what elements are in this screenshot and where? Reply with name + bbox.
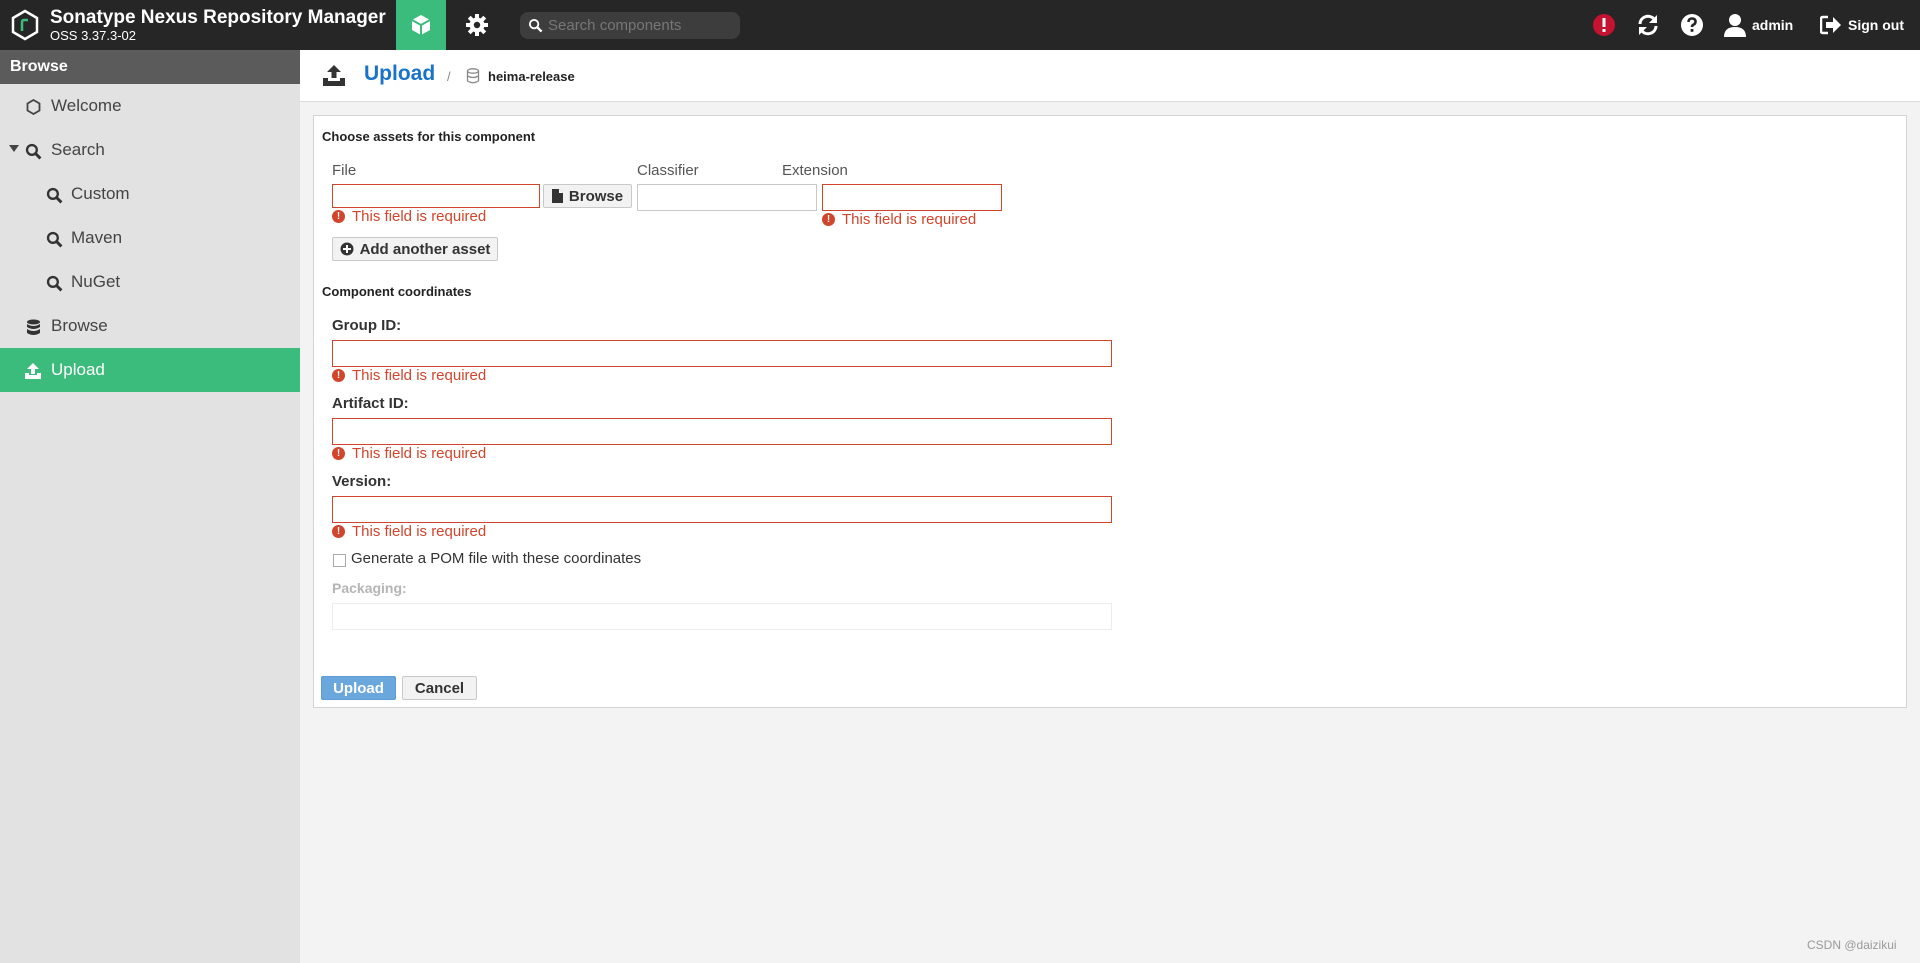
plus-circle-icon <box>340 242 354 256</box>
sidebar-item-search[interactable]: Search <box>0 128 300 172</box>
sidebar-item-label: Maven <box>71 228 123 247</box>
search-input[interactable] <box>548 12 733 39</box>
upload-button[interactable]: Upload <box>321 676 396 700</box>
packaging-label: Packaging: <box>332 580 407 596</box>
cube-icon <box>411 15 431 35</box>
generate-pom-checkbox[interactable] <box>333 554 346 567</box>
error-text: This field is required <box>352 445 487 462</box>
breadcrumb: Upload / heima-release <box>300 50 1920 102</box>
help-button[interactable] <box>1679 12 1705 38</box>
sidebar: Browse Welcome Search Custom Maven NuGet <box>0 50 300 963</box>
admin-mode-button[interactable] <box>452 0 502 50</box>
refresh-icon <box>1638 14 1658 36</box>
search-icon <box>45 230 63 248</box>
error-icon: ! <box>332 447 345 460</box>
sidebar-item-label: Search <box>51 140 105 159</box>
assets-section-title: Choose assets for this component <box>322 129 536 144</box>
search-icon <box>528 18 543 33</box>
browse-button-label: Browse <box>568 187 624 205</box>
sidebar-item-label: Custom <box>71 184 130 203</box>
system-alert-button[interactable] <box>1591 12 1617 38</box>
browse-mode-button[interactable] <box>396 0 446 50</box>
coordinates-section-title: Component coordinates <box>322 284 472 299</box>
version-field[interactable] <box>332 496 1112 523</box>
extension-error: ! This field is required <box>822 211 976 228</box>
search-box[interactable] <box>520 12 740 39</box>
sign-out-button[interactable]: Sign out <box>1820 12 1904 38</box>
error-text: This field is required <box>352 523 487 540</box>
cancel-button[interactable]: Cancel <box>402 676 477 700</box>
sidebar-heading: Browse <box>0 50 300 84</box>
upload-icon <box>323 65 345 86</box>
user-icon <box>1724 14 1746 37</box>
search-icon <box>45 274 63 292</box>
artifact-id-error: ! This field is required <box>332 445 486 462</box>
help-icon <box>1681 14 1703 36</box>
error-text: This field is required <box>352 208 487 225</box>
upload-icon <box>24 362 42 380</box>
file-icon <box>551 189 563 203</box>
app-title: Sonatype Nexus Repository Manager <box>50 7 386 28</box>
sign-out-icon <box>1820 15 1841 35</box>
hexagon-icon <box>24 98 42 116</box>
browse-button[interactable]: Browse <box>543 184 632 208</box>
add-asset-label: Add another asset <box>359 240 491 258</box>
search-icon <box>45 186 63 204</box>
user-menu[interactable]: admin <box>1724 12 1793 38</box>
sidebar-item-maven[interactable]: Maven <box>0 216 300 260</box>
error-icon: ! <box>332 369 345 382</box>
sidebar-item-label: Welcome <box>51 96 122 115</box>
sidebar-item-label: NuGet <box>71 272 121 291</box>
file-label: File <box>332 162 357 179</box>
nexus-logo-icon <box>11 9 39 41</box>
error-icon: ! <box>332 210 345 223</box>
sidebar-item-label: Upload <box>51 360 105 379</box>
group-id-error: ! This field is required <box>332 367 486 384</box>
error-icon: ! <box>332 525 345 538</box>
sidebar-item-custom[interactable]: Custom <box>0 172 300 216</box>
sidebar-item-nuget[interactable]: NuGet <box>0 260 300 304</box>
error-text: This field is required <box>842 211 977 228</box>
extension-label: Extension <box>782 162 848 179</box>
alert-icon <box>1593 14 1615 36</box>
sidebar-item-browse[interactable]: Browse <box>0 304 300 348</box>
breadcrumb-upload-link[interactable]: Upload <box>364 62 435 86</box>
sidebar-item-upload[interactable]: Upload <box>0 348 300 392</box>
search-icon <box>24 142 42 160</box>
database-icon <box>24 318 42 336</box>
extension-field[interactable] <box>822 184 1002 211</box>
file-field[interactable] <box>332 184 540 208</box>
sidebar-item-label: Browse <box>51 316 108 335</box>
refresh-button[interactable] <box>1635 12 1661 38</box>
group-id-field[interactable] <box>332 340 1112 367</box>
gear-icon <box>466 14 488 36</box>
sidebar-item-welcome[interactable]: Welcome <box>0 84 300 128</box>
database-icon <box>466 68 480 84</box>
version-error: ! This field is required <box>332 523 486 540</box>
error-text: This field is required <box>352 367 487 384</box>
generate-pom-label: Generate a POM file with these coordinat… <box>351 550 642 567</box>
breadcrumb-separator: / <box>447 69 451 84</box>
artifact-id-label: Artifact ID: <box>332 395 409 412</box>
version-label: Version: <box>332 473 392 490</box>
group-id-label: Group ID: <box>332 317 402 334</box>
breadcrumb-repository: heima-release <box>488 69 575 84</box>
username: admin <box>1752 17 1794 33</box>
file-error: ! This field is required <box>332 208 486 225</box>
watermark: CSDN @daizikui <box>1807 938 1897 952</box>
top-bar: Sonatype Nexus Repository Manager OSS 3.… <box>0 0 1920 50</box>
artifact-id-field[interactable] <box>332 418 1112 445</box>
upload-form-panel: Choose assets for this component File Cl… <box>313 115 1907 708</box>
caret-down-icon <box>9 145 19 152</box>
error-icon: ! <box>822 213 835 226</box>
classifier-field[interactable] <box>637 184 817 211</box>
app-version: OSS 3.37.3-02 <box>50 28 136 43</box>
sign-out-label: Sign out <box>1848 17 1904 33</box>
classifier-label: Classifier <box>637 162 699 179</box>
packaging-field[interactable] <box>332 603 1112 630</box>
add-another-asset-button[interactable]: Add another asset <box>332 237 498 261</box>
